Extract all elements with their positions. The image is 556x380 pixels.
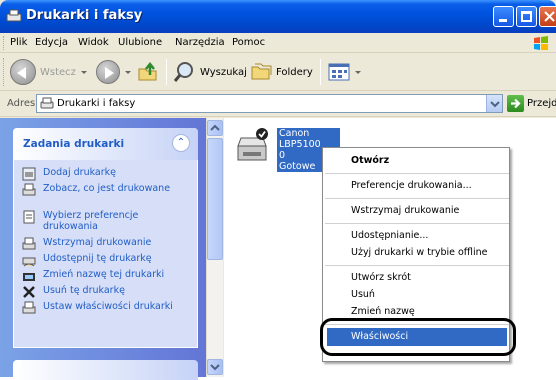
menu-item-delete[interactable]: Usuń bbox=[327, 286, 507, 304]
printer-tasks-panel: Zadania drukarki ⌃ Dodaj drukarkę Zobacz… bbox=[13, 128, 198, 348]
address-bar: Adres Drukarki i faksy Przejdź bbox=[0, 91, 556, 117]
task-printer-properties[interactable]: Ustaw właściwości drukarki bbox=[22, 301, 193, 315]
menu-edycja[interactable]: Edycja bbox=[35, 37, 68, 48]
add-printer-icon bbox=[22, 167, 36, 181]
views-icon bbox=[328, 63, 350, 81]
arrow-up-icon bbox=[210, 124, 220, 131]
window: Drukarki i faksy Plik Edycja Widok Ulubi… bbox=[0, 0, 556, 380]
minimize-button[interactable] bbox=[493, 6, 514, 27]
up-folder-button[interactable] bbox=[136, 57, 160, 87]
tasks-pane: Zadania drukarki ⌃ Dodaj drukarkę Zobacz… bbox=[0, 118, 206, 380]
task-label: Wstrzymaj drukowanie bbox=[43, 237, 152, 248]
address-value: Drukarki i faksy bbox=[57, 98, 136, 109]
menu-widok[interactable]: Widok bbox=[78, 37, 109, 48]
windows-logo-icon bbox=[534, 36, 548, 50]
menu-item-print-preferences[interactable]: Preferencje drukowania... bbox=[327, 177, 507, 195]
task-preferences[interactable]: Wybierz preferencje drukowania bbox=[22, 210, 193, 232]
views-dropdown-icon[interactable] bbox=[355, 70, 361, 74]
task-label: Zobacz, co jest drukowane bbox=[43, 183, 171, 194]
folders-icon bbox=[251, 63, 272, 80]
forward-arrow-icon bbox=[96, 60, 120, 84]
back-arrow-icon bbox=[10, 59, 36, 85]
task-pause-printing[interactable]: Wstrzymaj drukowanie bbox=[22, 237, 193, 251]
menu-separator bbox=[325, 223, 509, 224]
address-label: Adres bbox=[7, 98, 36, 109]
forward-button[interactable] bbox=[96, 57, 131, 87]
task-delete-printer[interactable]: Usuń tę drukarkę bbox=[22, 285, 193, 299]
menu-grip bbox=[3, 36, 6, 50]
back-button[interactable]: Wstecz bbox=[10, 57, 87, 87]
rename-icon bbox=[23, 273, 35, 281]
panel-title: Zadania drukarki bbox=[23, 138, 125, 150]
search-label: Wyszukaj bbox=[200, 66, 247, 78]
printer-tasks-header[interactable]: Zadania drukarki ⌃ bbox=[13, 128, 198, 160]
close-button[interactable] bbox=[539, 6, 556, 27]
scroll-thumb[interactable] bbox=[207, 138, 223, 260]
forward-dropdown-icon[interactable] bbox=[125, 70, 131, 74]
toolbar-separator bbox=[166, 59, 167, 85]
back-label: Wstecz bbox=[40, 66, 76, 78]
toolbar-grip bbox=[3, 58, 6, 86]
menu-item-sharing[interactable]: Udostępnianie... bbox=[327, 227, 507, 245]
chevron-down-icon bbox=[490, 101, 500, 108]
back-dropdown-icon[interactable] bbox=[80, 70, 87, 74]
collapse-chevron-icon[interactable]: ⌃ bbox=[172, 134, 190, 152]
task-label: Usuń tę drukarkę bbox=[43, 285, 125, 296]
preferences-icon bbox=[23, 210, 35, 224]
printer-icon bbox=[237, 128, 268, 161]
folders-label: Foldery bbox=[276, 66, 313, 78]
task-label: Wybierz preferencje drukowania bbox=[43, 210, 139, 232]
go-button[interactable] bbox=[507, 95, 524, 112]
toolbar-separator bbox=[320, 59, 321, 85]
menu-item-open[interactable]: Otwórz bbox=[327, 152, 507, 170]
maximize-button[interactable] bbox=[516, 6, 537, 27]
menu-narzedzia[interactable]: Narzędzia bbox=[175, 37, 225, 48]
task-label: Dodaj drukarkę bbox=[43, 167, 117, 178]
arrow-down-icon bbox=[210, 364, 220, 371]
menu-plik[interactable]: Plik bbox=[10, 37, 27, 48]
folders-button[interactable]: Foldery bbox=[250, 57, 313, 87]
task-share-printer[interactable]: Udostępnij tę drukarkę bbox=[22, 253, 193, 267]
menu-item-pause-printing[interactable]: Wstrzymaj drukowanie bbox=[327, 202, 507, 220]
views-button[interactable] bbox=[328, 57, 361, 87]
task-label: Zmień nazwę tej drukarki bbox=[43, 269, 165, 280]
highlight-callout-ring bbox=[320, 318, 516, 356]
delete-icon bbox=[23, 286, 35, 298]
up-folder-icon bbox=[138, 61, 157, 81]
printers-folder-icon bbox=[40, 97, 54, 109]
window-title: Drukarki i faksy bbox=[26, 8, 143, 23]
title-bar[interactable]: Drukarki i faksy bbox=[0, 0, 556, 33]
address-dropdown-button[interactable] bbox=[486, 95, 502, 112]
task-add-printer[interactable]: Dodaj drukarkę bbox=[22, 167, 193, 181]
task-see-printing[interactable]: Zobacz, co jest drukowane bbox=[22, 183, 193, 197]
search-icon bbox=[173, 62, 193, 82]
share-printer-icon bbox=[22, 257, 36, 267]
menu-separator bbox=[325, 173, 509, 174]
scroll-up-button[interactable] bbox=[207, 120, 223, 136]
go-label[interactable]: Przejdź bbox=[527, 98, 556, 109]
task-rename-printer[interactable]: Zmień nazwę tej drukarki bbox=[22, 269, 193, 283]
task-label: Udostępnij tę drukarkę bbox=[43, 253, 152, 264]
menu-item-use-offline[interactable]: Użyj drukarki w trybie offline bbox=[327, 244, 507, 262]
search-button[interactable]: Wyszukaj bbox=[172, 57, 247, 87]
printer-folder-icon bbox=[6, 9, 22, 22]
go-arrow-icon bbox=[511, 98, 521, 109]
print-queue-icon bbox=[22, 183, 36, 196]
menu-separator bbox=[325, 265, 509, 266]
menu-pomoc[interactable]: Pomoc bbox=[232, 37, 265, 48]
menu-bar: Plik Edycja Widok Ulubione Narzędzia Pom… bbox=[0, 33, 556, 53]
pause-printing-icon bbox=[22, 237, 36, 250]
tasks-scrollbar[interactable] bbox=[206, 118, 223, 377]
properties-icon bbox=[22, 301, 36, 314]
address-field[interactable]: Drukarki i faksy bbox=[36, 94, 503, 113]
menu-separator bbox=[325, 198, 509, 199]
toolbar: Wstecz Wyszukaj Foldery bbox=[0, 53, 556, 91]
next-panel-header[interactable] bbox=[13, 360, 198, 380]
scroll-down-button[interactable] bbox=[207, 359, 223, 375]
menu-item-create-shortcut[interactable]: Utwórz skrót bbox=[327, 269, 507, 287]
task-label: Ustaw właściwości drukarki bbox=[43, 301, 173, 312]
menu-ulubione[interactable]: Ulubione bbox=[118, 37, 162, 48]
